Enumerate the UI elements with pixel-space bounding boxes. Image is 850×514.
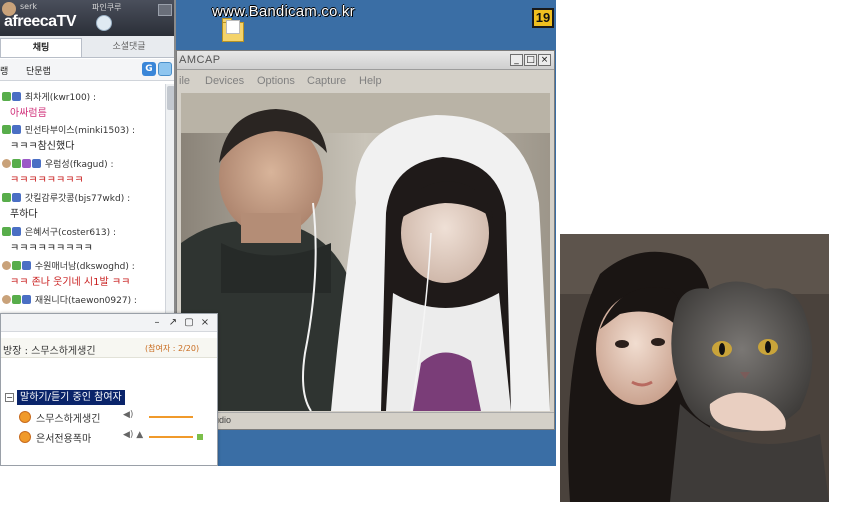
participant-name: 스무스하게생긴 — [36, 414, 101, 425]
chat-username: 최차게(kwr100) : — [24, 93, 97, 103]
mascot-icon — [96, 15, 112, 31]
header-username: serk — [20, 2, 38, 11]
chat-username: 갓킬감루갓콩(bjs77wkd) : — [24, 194, 131, 204]
menu-devices[interactable]: Devices — [205, 75, 244, 87]
tab-chat[interactable]: 채팅 — [0, 38, 82, 57]
participants-titlebar[interactable]: – ↗ ▢ × — [1, 314, 217, 332]
speaker-icon[interactable]: ◀) — [123, 410, 133, 420]
participant-row[interactable]: 은서전용폭마 ◀) ▲ — [19, 429, 215, 445]
maximize-button[interactable]: □ — [524, 54, 537, 66]
chat-tool-menu[interactable]: 랭 — [0, 64, 8, 77]
chat-text: ㅋㅋㅋㅋㅋㅋㅋㅋㅋ — [10, 243, 93, 254]
minimize-icon[interactable]: – — [151, 317, 163, 329]
menu-capture[interactable]: Capture — [307, 75, 346, 87]
participant-row[interactable]: 스무스하게생긴 ◀) — [19, 409, 215, 425]
speaking-group[interactable]: − 말하기/듣기 중인 참여자 — [5, 390, 153, 406]
desktop-capture: www.Bandicam.co.kr 19 AMCAP _ □ × ile De… — [0, 0, 556, 466]
folder-icon[interactable] — [222, 18, 244, 44]
header-label: 파인쿠루 — [92, 3, 122, 12]
photo-girl-with-cat — [560, 234, 829, 502]
close-icon[interactable]: × — [199, 317, 211, 329]
speaking-group-label: 말하기/듣기 중인 참여자 — [17, 390, 125, 405]
chat-text: ㅋㅋ 존나 웃기네 시1발 ㅋㅋ — [10, 277, 131, 288]
menu-options[interactable]: Options — [257, 75, 295, 87]
participant-avatar-icon — [19, 411, 31, 423]
chat-text: 푸하다 — [10, 209, 38, 220]
webcam-video-feed — [181, 93, 550, 411]
age-rating-badge: 19 — [532, 8, 554, 28]
popout-icon[interactable]: ↗ — [167, 317, 179, 329]
chat-text: 아싸럼름 — [10, 108, 47, 119]
webcam-menubar: ile Devices Options Capture Help — [177, 71, 554, 91]
chat-scroll-thumb[interactable] — [167, 86, 174, 110]
header-menu-button[interactable] — [158, 4, 172, 16]
participant-count: (참여자 : 2/20) — [145, 344, 200, 353]
webcam-titlebar[interactable]: AMCAP _ □ × — [177, 51, 554, 70]
chat-message-list: 최차게(kwr100) : 아싸럼름 민선타부이스(minki1503) : ㅋ… — [0, 84, 164, 322]
chat-toolbar: 랭 단문랩 G — [0, 59, 174, 81]
g-icon[interactable]: G — [142, 62, 156, 76]
participants-window: – ↗ ▢ × 방장 : 스무스하게생긴 (참여자 : 2/20) − 말하기/… — [0, 313, 218, 466]
afreeca-logo: afreecaTV — [4, 13, 77, 30]
webcam-frame — [181, 93, 550, 411]
volume-slider[interactable] — [149, 436, 193, 438]
tab-social-comments[interactable]: 소셜댓글 — [84, 38, 174, 57]
webcam-statusbar: eCam Studio — [177, 412, 554, 429]
level-indicator — [197, 434, 203, 440]
chat-username: 우럼성(fkagud) : — [44, 160, 114, 170]
chat-text: ㅋㅋㅋ참신했다 — [10, 141, 75, 152]
chat-scrollbar[interactable] — [165, 84, 174, 322]
room-host: 방장 : 스무스하게생긴 — [3, 346, 96, 357]
chat-username: 민선타부이스(minki1503) : — [24, 126, 136, 136]
collapse-toggle-icon[interactable]: − — [5, 393, 14, 402]
chat-tabs: 채팅 소셜댓글 — [0, 36, 174, 58]
maximize-icon[interactable]: ▢ — [183, 317, 195, 329]
chat-text: ㅋㅋㅋㅋㅋㅋㅋㅋ — [10, 175, 84, 186]
menu-file[interactable]: ile — [179, 75, 190, 87]
volume-slider[interactable] — [149, 416, 193, 418]
photo-image — [560, 234, 829, 502]
webcam-window: AMCAP _ □ × ile Devices Options Capture … — [176, 50, 555, 430]
settings-icon[interactable] — [158, 62, 172, 76]
minimize-button[interactable]: _ — [510, 54, 523, 66]
chat-username: 은혜서구(coster613) : — [24, 228, 116, 238]
chat-username: 수원매너남(dkswoghd) : — [34, 262, 135, 272]
participant-avatar-icon — [19, 431, 31, 443]
close-button[interactable]: × — [538, 54, 551, 66]
chat-header: serk 파인쿠루 afreecaTV — [0, 0, 174, 36]
participants-header: 방장 : 스무스하게생긴 (참여자 : 2/20) — [1, 338, 217, 358]
chat-filter-dropdown[interactable]: 단문랩 — [26, 64, 51, 77]
afreeca-chat-panel: serk 파인쿠루 afreecaTV 채팅 소셜댓글 랭 단문랩 G 최차게(… — [0, 0, 176, 322]
menu-help[interactable]: Help — [359, 75, 382, 87]
participant-name: 은서전용폭마 — [36, 434, 92, 445]
chat-username: 재원니다(taewon0927) : — [34, 296, 137, 306]
speaker-icon[interactable]: ◀) ▲ — [123, 430, 143, 440]
webcam-title: AMCAP — [179, 54, 221, 66]
